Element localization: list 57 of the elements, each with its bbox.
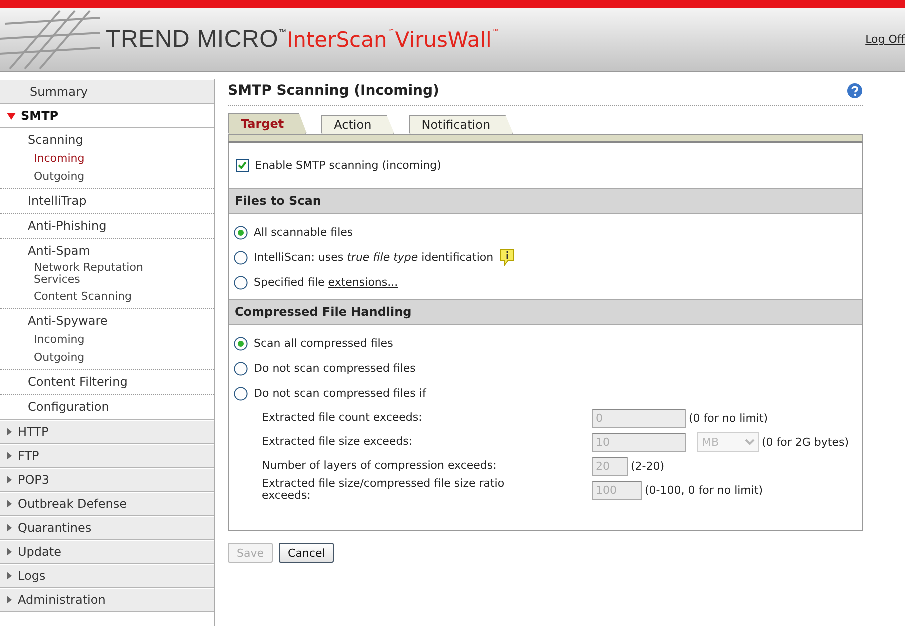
sidebar-subitem[interactable]: Outgoing bbox=[0, 348, 214, 366]
sidebar-item[interactable]: Quarantines bbox=[0, 516, 214, 540]
log-off-link[interactable]: Log Off bbox=[866, 33, 905, 46]
field-label: Number of layers of compression exceeds: bbox=[262, 460, 498, 472]
radio-label: Do not scan compressed files bbox=[254, 362, 416, 375]
sidebar-item[interactable]: FTP bbox=[0, 444, 214, 468]
tab[interactable]: Notification bbox=[408, 115, 514, 134]
sidebar-subitem[interactable]: Incoming bbox=[0, 330, 214, 348]
sidebar-subitem[interactable]: Configuration bbox=[0, 397, 214, 416]
sidebar-item[interactable]: POP3 bbox=[0, 468, 214, 492]
sidebar-subitem[interactable]: Outgoing bbox=[0, 167, 214, 185]
product-name: InterScan$^{™}$VirusWall$^{™}$ bbox=[286, 28, 500, 52]
radio-label: Specified file extensions... bbox=[254, 276, 398, 289]
section-header: Files to Scan bbox=[229, 188, 862, 214]
radio-label: Do not scan compressed files if bbox=[254, 387, 426, 400]
tab[interactable]: Target bbox=[228, 113, 308, 134]
page-title: SMTP Scanning (Incoming) bbox=[228, 83, 440, 99]
field-label: Extracted file count exceeds: bbox=[262, 412, 424, 424]
radio-button[interactable] bbox=[234, 276, 248, 290]
sidebar-subitem[interactable]: Scanning bbox=[0, 130, 214, 149]
field-hint: (0-100, 0 for no limit) bbox=[645, 484, 764, 496]
field-label: Extracted file size/compressed file size ratio exceeds: bbox=[262, 478, 506, 502]
field-label: Extracted file size exceeds: bbox=[262, 436, 414, 448]
sidebar-item[interactable]: Summary bbox=[0, 79, 214, 104]
sidebar-subitem[interactable]: Incoming bbox=[0, 149, 214, 167]
sidebar-item[interactable]: Update bbox=[0, 540, 214, 564]
sidebar-subitem[interactable]: Anti-Spam bbox=[0, 241, 214, 260]
checkbox[interactable] bbox=[236, 159, 249, 172]
help-icon[interactable] bbox=[847, 83, 863, 99]
info-icon[interactable] bbox=[500, 249, 515, 266]
radio-button[interactable] bbox=[234, 362, 248, 376]
radio-button[interactable] bbox=[234, 250, 248, 264]
radio-label: Scan all compressed files bbox=[254, 337, 394, 350]
sidebar-item[interactable]: Outbreak Defense bbox=[0, 492, 214, 516]
sidebar-item[interactable]: Logs bbox=[0, 564, 214, 588]
sidebar-subitem[interactable]: Content Scanning bbox=[0, 287, 214, 305]
section-header: Compressed File Handling bbox=[229, 299, 862, 325]
sidebar-item[interactable]: Administration bbox=[0, 588, 214, 612]
field-hint: (0 for no limit) bbox=[689, 412, 768, 424]
radio-label: All scannable files bbox=[254, 226, 354, 239]
brand-logo-text: TREND MICRO$^{™}$ bbox=[106, 26, 287, 54]
checkbox-label: Enable SMTP scanning (incoming) bbox=[255, 159, 442, 172]
tab[interactable]: Action bbox=[321, 115, 395, 134]
sidebar-subitem[interactable]: Content Filtering bbox=[0, 372, 214, 391]
sidebar-subitem[interactable]: Network Reputation Services bbox=[0, 260, 214, 287]
field-hint: (0 for 2G bytes) bbox=[762, 436, 850, 448]
sidebar-subitem[interactable]: IntelliTrap bbox=[0, 191, 214, 210]
action-button[interactable]: Cancel bbox=[279, 543, 334, 563]
radio-button[interactable] bbox=[234, 226, 248, 240]
radio-button[interactable] bbox=[234, 336, 248, 350]
radio-button[interactable] bbox=[234, 386, 248, 400]
sidebar-subitem[interactable]: Anti-Phishing bbox=[0, 216, 214, 235]
radio-label: IntelliScan: uses true file type identification bbox=[254, 251, 494, 264]
extensions-link[interactable]: extensions... bbox=[328, 276, 398, 289]
field-hint: (2-20) bbox=[631, 460, 665, 472]
sidebar-subitem[interactable]: Anti-Spyware bbox=[0, 311, 214, 330]
sidebar-item[interactable]: HTTP bbox=[0, 420, 214, 444]
